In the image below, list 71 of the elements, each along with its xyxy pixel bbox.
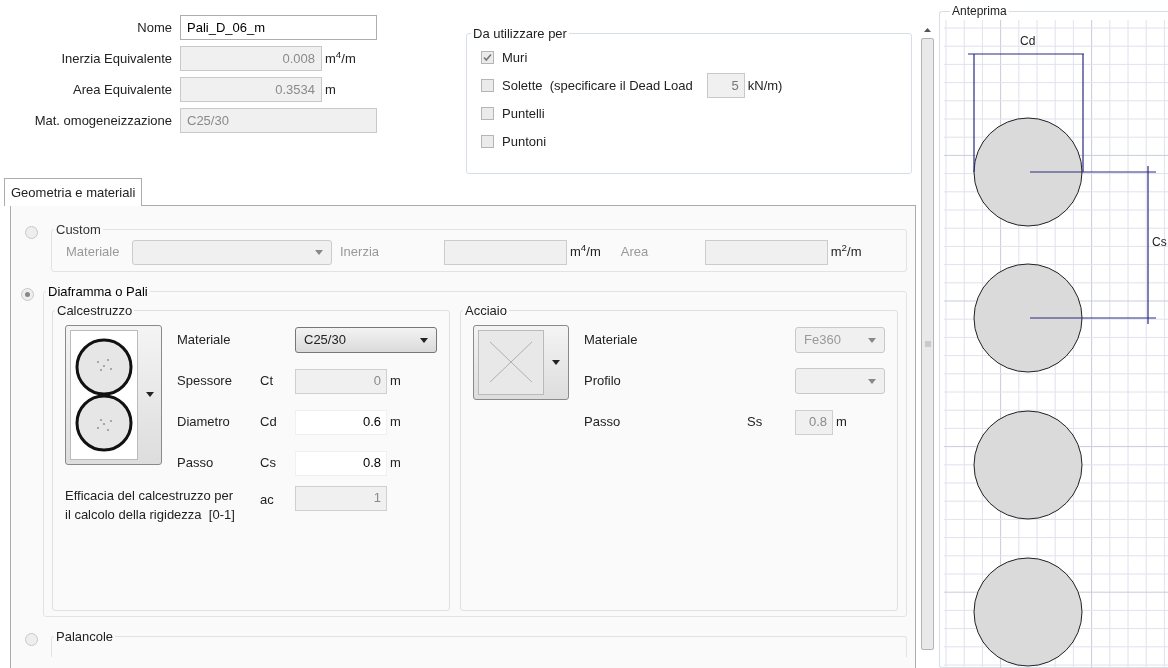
- group-title: Diaframma o Pali: [47, 282, 149, 301]
- field-label: Efficacia del calcestruzzo per il calcolo della rigidezza [0-1]: [65, 486, 235, 524]
- unit-label: m$^{4}$/m: [325, 48, 356, 68]
- group-title: Custom: [55, 221, 102, 239]
- dropdown[interactable]: [132, 239, 332, 265]
- caret-icon: [145, 392, 154, 397]
- check-icon: [483, 53, 492, 62]
- unit-label: kN/m): [747, 76, 783, 95]
- symbol-label: ac: [260, 490, 275, 509]
- radio-button[interactable]: [20, 287, 34, 301]
- grip-icon: [924, 341, 931, 347]
- field-label: Nome: [136, 18, 173, 37]
- checkbox-label: Puntoni: [502, 132, 547, 151]
- field-label: Inerzia: [340, 243, 381, 262]
- unit-label: m: [836, 413, 847, 432]
- caret-icon: [552, 359, 560, 365]
- caret-icon: [315, 249, 323, 255]
- field-label: Area Equivalente: [72, 80, 173, 99]
- field-label: Diametro: [177, 413, 231, 432]
- group-title: Acciaio: [464, 302, 508, 320]
- dropdown-value: C25/30: [304, 331, 346, 350]
- field-label: Profilo: [584, 372, 622, 391]
- unit-label: m: [390, 372, 401, 391]
- field-label: Inerzia Equivalente: [60, 49, 173, 68]
- unit-label: m: [390, 454, 401, 473]
- field-label: Mat. omogeneizzazione: [33, 111, 173, 130]
- checkbox[interactable]: [481, 51, 494, 64]
- dropdown-value: Fe360: [804, 331, 841, 350]
- text-field[interactable]: [704, 239, 828, 265]
- field-label: Materiale: [66, 243, 121, 262]
- checkbox-label: Muri: [502, 48, 528, 67]
- group-title: Calcestruzzo: [56, 302, 134, 320]
- section-picker[interactable]: [65, 324, 162, 465]
- symbol-label: Ct: [260, 372, 274, 391]
- radio-button[interactable]: [24, 632, 38, 646]
- symbol-label: Cd: [260, 413, 278, 432]
- unit-label: m$^{2}$/m: [830, 242, 862, 262]
- number-field[interactable]: 0.8: [295, 450, 387, 476]
- number-field[interactable]: 0.6: [295, 409, 387, 435]
- number-field[interactable]: 5: [706, 73, 745, 98]
- field-label: Area: [620, 243, 650, 262]
- tab[interactable]: Geometria e materiali: [4, 178, 143, 206]
- field-label: Spessore: [177, 372, 233, 391]
- caret-icon: [868, 378, 876, 384]
- field-label: Materiale: [177, 331, 232, 350]
- caret-icon: [420, 337, 428, 343]
- dropdown[interactable]: C25/30: [295, 327, 437, 353]
- checkbox[interactable]: [481, 107, 494, 120]
- scroll-up-icon: [924, 28, 931, 32]
- group-title: Da utilizzare per: [472, 25, 568, 43]
- checkbox-label: Solette (specificare il Dead Load: [502, 76, 693, 95]
- text-field[interactable]: Pali_D_06_m: [180, 15, 377, 40]
- field-label: Passo: [584, 413, 622, 432]
- field-label: Materiale: [584, 331, 639, 350]
- checkbox-label: Puntelli: [502, 104, 545, 123]
- unit-label: m$^{4}$/m: [570, 242, 601, 262]
- scrollbar[interactable]: [920, 28, 935, 650]
- dimension-label: Cd: [1020, 34, 1036, 48]
- panel-title: Anteprima: [951, 3, 1008, 20]
- radio-button[interactable]: [24, 226, 38, 239]
- text-field[interactable]: [444, 239, 567, 265]
- group-title: Palancole: [55, 627, 115, 646]
- symbol-label: Cs: [260, 454, 277, 473]
- symbol-label: Ss: [747, 413, 764, 432]
- checkbox[interactable]: [481, 135, 494, 148]
- field-label: Passo: [177, 454, 215, 473]
- unit-label: m: [325, 80, 336, 99]
- dimension-label: Cs: [1152, 235, 1167, 249]
- checkbox[interactable]: [481, 79, 494, 92]
- caret-icon: [868, 337, 876, 343]
- unit-label: m: [390, 413, 401, 432]
